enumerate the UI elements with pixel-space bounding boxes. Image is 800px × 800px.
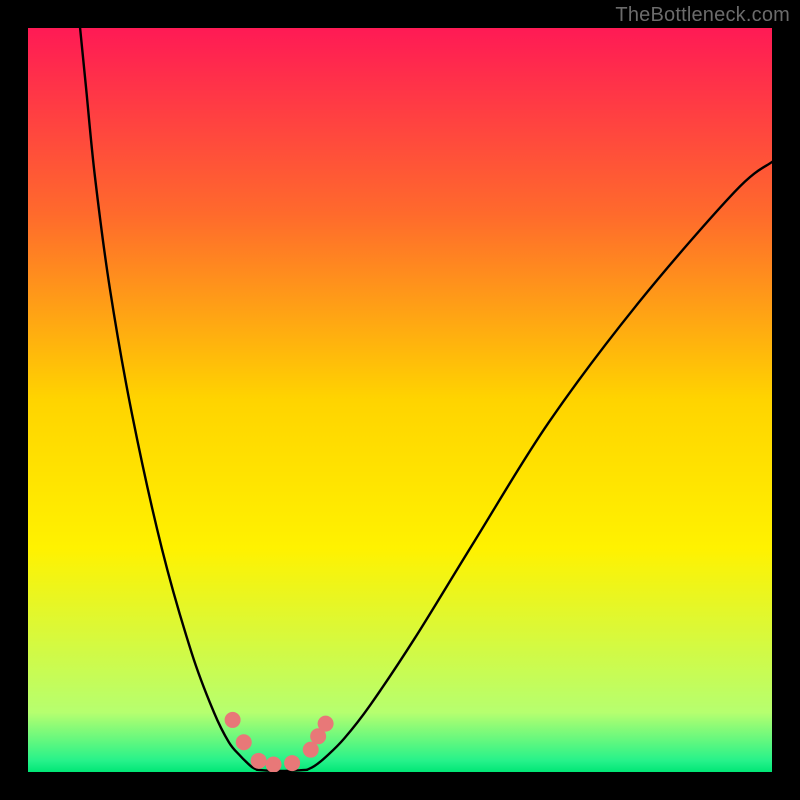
marker-point	[318, 716, 334, 732]
chart-plot-area	[28, 28, 772, 772]
marker-point	[303, 742, 319, 758]
marker-point	[266, 757, 282, 772]
chart-frame: TheBottleneck.com	[0, 0, 800, 800]
marker-point	[284, 755, 300, 771]
series-trough-floor	[257, 770, 307, 771]
marker-point	[236, 734, 252, 750]
chart-svg	[28, 28, 772, 772]
watermark-text: TheBottleneck.com	[615, 4, 790, 27]
marker-point	[225, 712, 241, 728]
marker-point	[251, 753, 267, 769]
